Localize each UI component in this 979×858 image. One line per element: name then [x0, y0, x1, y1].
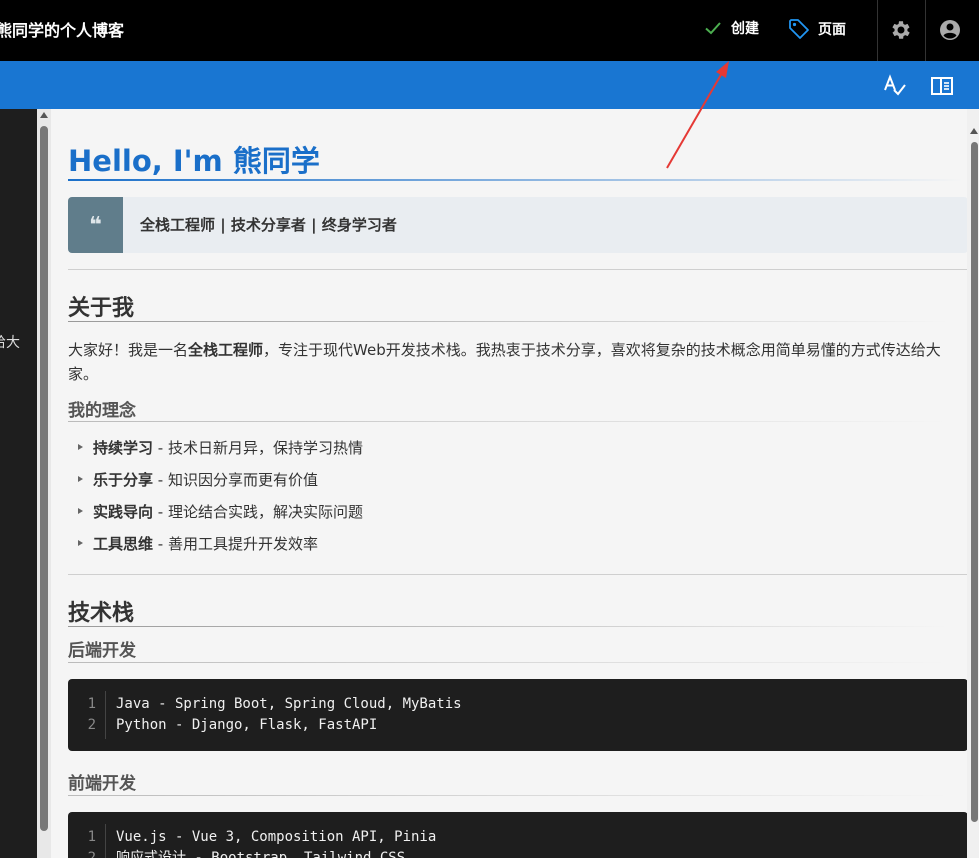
content-scroll-up-icon[interactable] — [970, 128, 978, 134]
title-underline — [68, 179, 963, 181]
main-content: Hello, I'm 熊同学 ❝ 全栈工程师 | 技术分享者 | 终身学习者 关… — [51, 109, 967, 858]
frontend-code-block[interactable]: 1 Vue.js - Vue 3, Composition API, Pinia … — [68, 812, 967, 858]
list-item: 乐于分享 - 知识因分享而更有价值 — [78, 469, 363, 501]
tech-stack-heading: 技术栈 — [68, 601, 135, 626]
heading-underline — [68, 421, 948, 422]
account-circle-icon — [940, 20, 960, 40]
toc-panel-icon — [931, 77, 953, 95]
list-item-text: - 知识因分享而更有价值 — [153, 471, 318, 489]
code-text: 响应式设计 - Bootstrap, Tailwind CSS — [116, 850, 406, 858]
heading-underline — [68, 662, 948, 663]
frontend-heading: 前端开发 — [68, 774, 136, 794]
code-text: Vue.js - Vue 3, Composition API, Pinia — [116, 829, 437, 845]
list-item-text: - 善用工具提升开发效率 — [153, 535, 318, 553]
spellcheck-button[interactable] — [882, 73, 908, 99]
about-heading: 关于我 — [68, 296, 135, 321]
gear-icon — [892, 21, 910, 39]
line-number: 1 — [87, 696, 96, 712]
divider — [68, 269, 967, 270]
about-paragraph: 大家好！我是一名全栈工程师，专注于现代Web开发技术栈。我热衷于技术分享，喜欢将… — [68, 338, 967, 386]
account-button[interactable] — [936, 16, 964, 44]
code-line: 2 响应式设计 - Bootstrap, Tailwind CSS — [68, 848, 967, 858]
heading-underline — [68, 795, 948, 796]
list-item-bold: 实践导向 — [93, 503, 154, 521]
sidebar-text-fragment: 给大 — [0, 335, 20, 351]
navigation-sidebar: 给大 — [0, 109, 37, 858]
pages-label: 页面 — [818, 22, 846, 38]
tagline-text: 全栈工程师 | 技术分享者 | 终身学习者 — [140, 216, 397, 234]
list-item-text: - 理论结合实践，解决实际问题 — [153, 503, 363, 521]
bullet-icon — [78, 444, 83, 450]
top-header: 熊同学的个人博客 创建 页面 — [0, 0, 979, 61]
page-toolbar — [0, 61, 979, 109]
content-scroll-thumb[interactable] — [971, 142, 978, 822]
code-line: 2 Python - Django, Flask, FastAPI — [68, 715, 967, 736]
heading-underline — [68, 321, 948, 322]
line-number: 2 — [87, 850, 96, 858]
list-item: 工具思维 - 善用工具提升开发效率 — [78, 533, 363, 565]
intro-bold-text: 全栈工程师 — [188, 341, 264, 359]
line-number: 2 — [87, 717, 96, 733]
philosophy-list: 持续学习 - 技术日新月异，保持学习热情 乐于分享 - 知识因分享而更有价值 实… — [78, 437, 363, 565]
tag-icon — [789, 19, 809, 39]
tagline-blockquote: ❝ 全栈工程师 | 技术分享者 | 终身学习者 — [68, 197, 967, 253]
spellcheck-icon — [884, 74, 906, 96]
pages-button[interactable]: 页面 — [788, 18, 846, 40]
backend-code-block[interactable]: 1 Java - Spring Boot, Spring Cloud, MyBat… — [68, 679, 967, 751]
toc-panel-button[interactable] — [929, 73, 955, 99]
create-label: 创建 — [731, 21, 759, 37]
header-divider — [925, 0, 926, 61]
list-item-text: - 技术日新月异，保持学习热情 — [153, 439, 363, 457]
divider — [68, 574, 967, 575]
check-icon — [705, 22, 721, 35]
code-line: 1 Java - Spring Boot, Spring Cloud, MyBat… — [68, 694, 967, 715]
header-divider — [877, 0, 878, 61]
settings-button[interactable] — [887, 16, 915, 44]
list-item-bold: 持续学习 — [93, 439, 154, 457]
list-item-bold: 乐于分享 — [93, 471, 154, 489]
code-line: 1 Vue.js - Vue 3, Composition API, Pinia — [68, 827, 967, 848]
line-number: 1 — [87, 829, 96, 845]
list-item: 持续学习 - 技术日新月异，保持学习热情 — [78, 437, 363, 469]
intro-text: 大家好！我是一名 — [68, 341, 189, 359]
format-quote-icon: ❝ — [68, 197, 123, 253]
backend-heading: 后端开发 — [68, 641, 136, 661]
site-title[interactable]: 熊同学的个人博客 — [0, 17, 124, 41]
bullet-icon — [78, 540, 83, 546]
bullet-icon — [78, 508, 83, 514]
sidebar-scroll-thumb[interactable] — [40, 126, 48, 831]
heading-underline — [68, 626, 948, 627]
page-title: Hello, I'm 熊同学 — [68, 144, 320, 178]
list-item: 实践导向 - 理论结合实践，解决实际问题 — [78, 501, 363, 533]
bullet-icon — [78, 476, 83, 482]
code-text: Python - Django, Flask, FastAPI — [116, 717, 378, 733]
philosophy-heading: 我的理念 — [68, 401, 136, 421]
code-text: Java - Spring Boot, Spring Cloud, MyBati… — [116, 696, 462, 712]
sidebar-scroll-up-icon[interactable] — [40, 112, 48, 118]
list-item-bold: 工具思维 — [93, 535, 154, 553]
create-button[interactable]: 创建 — [703, 18, 759, 38]
